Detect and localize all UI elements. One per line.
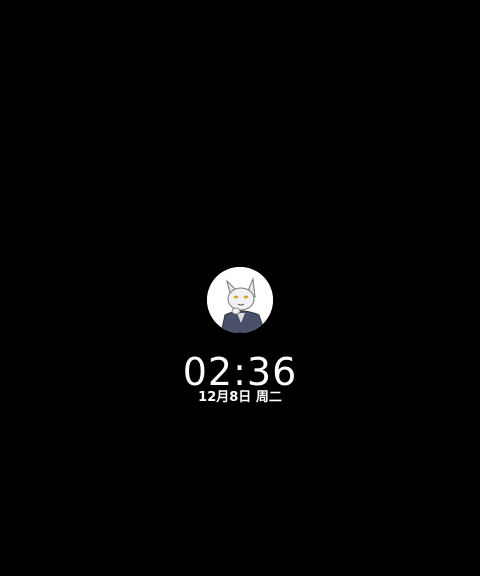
lock-screen: 02:36 12月8日 周二 — [0, 0, 480, 576]
lock-screen-date: 12月8日 周二 — [198, 390, 282, 405]
cat-avatar-icon — [207, 267, 273, 333]
lock-screen-time: 02:36 — [182, 350, 298, 394]
user-avatar[interactable] — [207, 267, 273, 333]
